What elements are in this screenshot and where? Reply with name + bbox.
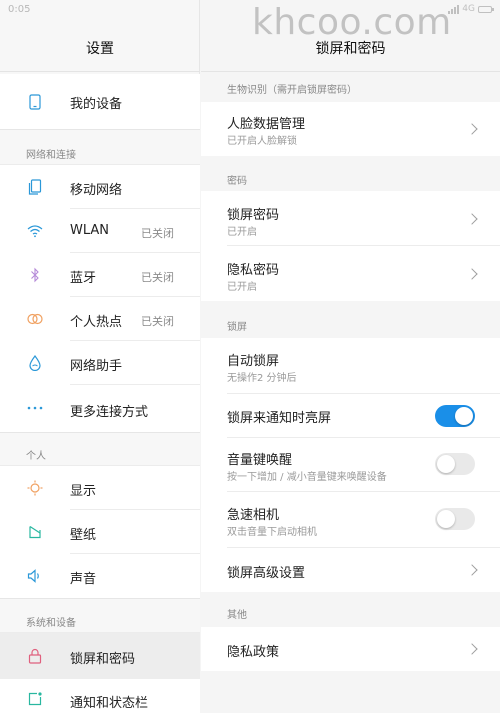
- toggle-knob: [437, 510, 455, 528]
- quick-camera-toggle[interactable]: [435, 508, 475, 530]
- section-header-lock-screen: 锁屏: [201, 308, 500, 338]
- divider: [0, 71, 200, 72]
- bluetooth-icon: [27, 267, 43, 283]
- sidebar-title: 设置: [86, 41, 114, 57]
- sidebar-item-hotspot[interactable]: 个人热点 已关闭: [0, 297, 200, 341]
- volume-key-wake-row[interactable]: 音量键唤醒 按一下增加 / 减小音量键来唤醒设备: [201, 438, 500, 492]
- wake-on-notification-row[interactable]: 锁屏来通知时亮屏: [201, 394, 500, 438]
- sidebar-item-label: 锁屏和密码: [70, 652, 136, 667]
- status-value: 已关闭: [141, 227, 174, 240]
- section-header-personal: 个人: [0, 432, 200, 466]
- section-label: 其他: [227, 610, 247, 621]
- row-subtitle: 已开启: [227, 227, 257, 238]
- sidebar-item-label: 网络助手: [70, 359, 123, 374]
- sidebar-item-notifications[interactable]: 通知和状态栏: [0, 679, 200, 713]
- row-title: 锁屏高级设置: [227, 566, 306, 581]
- row-title: 人脸数据管理: [227, 117, 306, 132]
- sidebar-item-label: 个人热点: [70, 315, 123, 330]
- section-header-network: 网络和连接: [0, 129, 200, 165]
- chevron-right-icon: [466, 268, 478, 280]
- wake-on-notification-toggle[interactable]: [435, 405, 475, 427]
- sidebar-item-label: 蓝牙: [70, 271, 97, 286]
- sidebar-item-label: WLAN: [70, 223, 110, 238]
- battery-icon: [478, 5, 494, 13]
- sidebar-item-label: 移动网络: [70, 183, 123, 198]
- face-data-row[interactable]: 人脸数据管理 已开启人脸解锁: [201, 102, 500, 156]
- sidebar-item-mobile-network[interactable]: 移动网络: [0, 165, 200, 209]
- sidebar-item-display[interactable]: 显示: [0, 466, 200, 510]
- network-type: 4G: [462, 4, 475, 14]
- phone-icon: [27, 94, 43, 110]
- row-title: 隐私政策: [227, 645, 280, 660]
- sidebar-item-bluetooth[interactable]: 蓝牙 已关闭: [0, 253, 200, 297]
- row-title: 锁屏密码: [227, 208, 280, 223]
- status-value: 已关闭: [141, 315, 174, 328]
- sidebar-item-label: 声音: [70, 572, 97, 587]
- row-title: 音量键唤醒: [227, 453, 293, 468]
- lock-screen-password-row[interactable]: 锁屏密码 已开启: [201, 191, 500, 246]
- water-drop-icon: [27, 355, 43, 371]
- speaker-icon: [27, 568, 43, 584]
- watermark-text: khcoo.com: [252, 2, 452, 43]
- section-header-other: 其他: [201, 598, 500, 627]
- notification-icon: [27, 691, 43, 707]
- sidebar-item-label: 通知和状态栏: [70, 696, 149, 711]
- advanced-lock-settings-row[interactable]: 锁屏高级设置: [201, 548, 500, 592]
- privacy-policy-row[interactable]: 隐私政策: [201, 627, 500, 671]
- auto-lock-row[interactable]: 自动锁屏 无操作2 分钟后: [201, 338, 500, 394]
- section-label: 系统和设备: [26, 618, 76, 629]
- status-time: 0:05: [8, 4, 31, 15]
- row-subtitle: 已开启人脸解锁: [227, 136, 297, 147]
- chevron-right-icon: [466, 643, 478, 655]
- row-title: 急速相机: [227, 508, 280, 523]
- chevron-right-icon: [466, 213, 478, 225]
- row-subtitle: 已开启: [227, 282, 257, 293]
- row-subtitle: 按一下增加 / 减小音量键来唤醒设备: [227, 472, 387, 483]
- sidebar-item-my-device[interactable]: 我的设备: [0, 74, 200, 129]
- chevron-right-icon: [466, 123, 478, 135]
- row-subtitle: 双击音量下启动相机: [227, 527, 317, 538]
- section-header-biometric: 生物识别（需开启锁屏密码）: [201, 72, 500, 102]
- wallpaper-icon: [27, 524, 43, 540]
- volume-key-wake-toggle[interactable]: [435, 453, 475, 475]
- section-label: 密码: [227, 176, 247, 187]
- sidebar-item-lock-screen[interactable]: 锁屏和密码: [0, 633, 200, 679]
- sidebar-item-wallpaper[interactable]: 壁纸: [0, 510, 200, 554]
- sidebar-item-sound[interactable]: 声音: [0, 554, 200, 598]
- status-indicators: 4G: [448, 4, 494, 14]
- row-title: 锁屏来通知时亮屏: [227, 411, 332, 426]
- section-header-password: 密码: [201, 163, 500, 191]
- sidebar-item-network-assistant[interactable]: 网络助手: [0, 341, 200, 385]
- section-label: 网络和连接: [26, 150, 76, 161]
- sidebar-item-label: 显示: [70, 484, 97, 499]
- wifi-icon: [27, 223, 43, 239]
- privacy-password-row[interactable]: 隐私密码 已开启: [201, 246, 500, 301]
- lock-icon: [27, 648, 43, 664]
- sidebar-item-label: 壁纸: [70, 528, 97, 543]
- row-title: 自动锁屏: [227, 354, 280, 369]
- sidebar-item-label: 更多连接方式: [70, 405, 149, 420]
- sidebar-item-label: 我的设备: [70, 97, 123, 112]
- status-value: 已关闭: [141, 271, 174, 284]
- section-label: 生物识别（需开启锁屏密码）: [227, 85, 357, 96]
- settings-sidebar: 设置 我的设备 网络和连接 移动网络 WLAN 已关闭 蓝牙 已关闭 个人热点 …: [0, 0, 200, 713]
- hotspot-icon: [27, 311, 43, 327]
- toggle-knob: [455, 407, 473, 425]
- quick-camera-row[interactable]: 急速相机 双击音量下启动相机: [201, 492, 500, 548]
- row-subtitle: 无操作2 分钟后: [227, 373, 297, 384]
- sidebar-item-more-connections[interactable]: 更多连接方式: [0, 385, 200, 432]
- section-label: 个人: [26, 451, 46, 462]
- section-label: 锁屏: [227, 322, 247, 333]
- more-dots-icon: [27, 400, 43, 416]
- toggle-knob: [437, 455, 455, 473]
- row-title: 隐私密码: [227, 263, 280, 278]
- sun-icon: [27, 480, 43, 496]
- sidebar-item-wlan[interactable]: WLAN 已关闭: [0, 209, 200, 253]
- section-header-system: 系统和设备: [0, 598, 200, 633]
- sim-card-icon: [27, 179, 43, 195]
- chevron-right-icon: [466, 564, 478, 576]
- lock-screen-settings-panel: 锁屏和密码 生物识别（需开启锁屏密码） 人脸数据管理 已开启人脸解锁 密码 锁屏…: [201, 0, 500, 713]
